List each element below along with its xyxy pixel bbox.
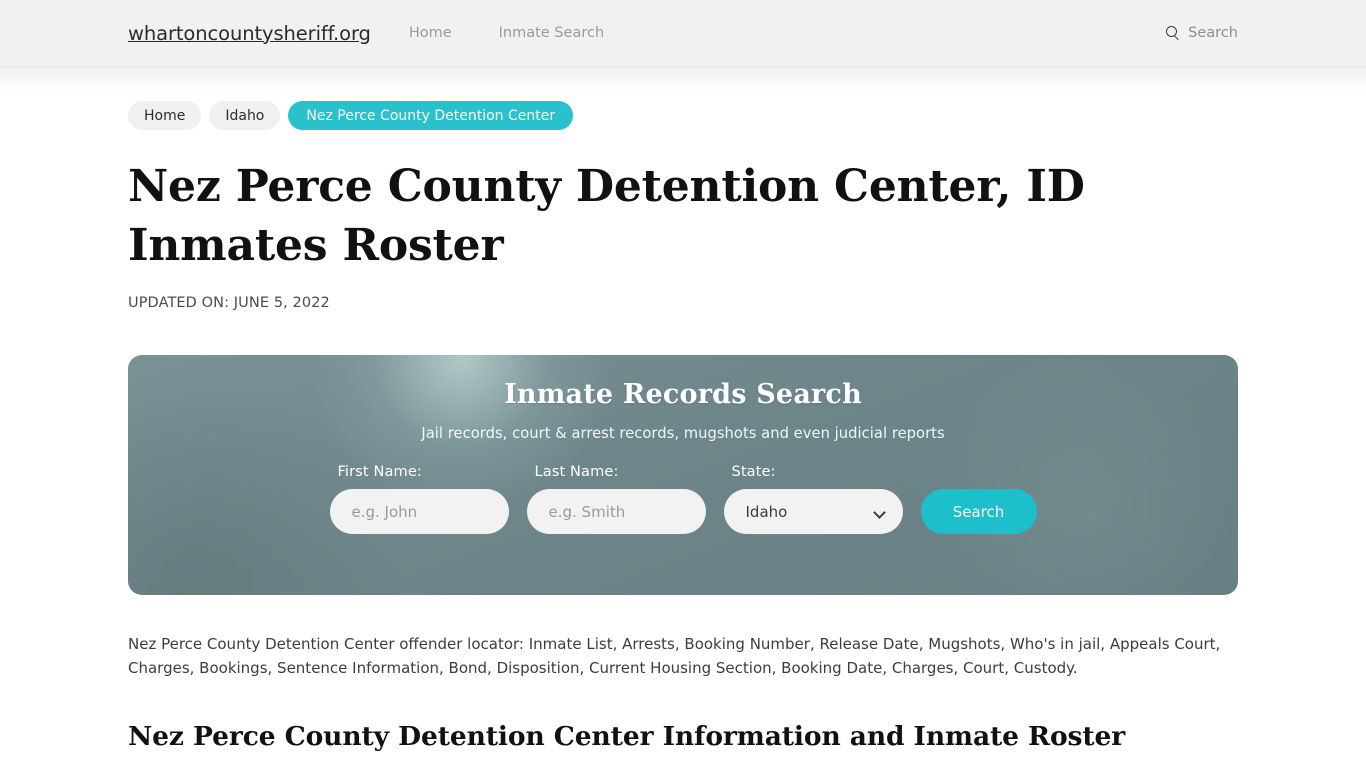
- offender-locator-text: Nez Perce County Detention Center offend…: [128, 635, 1221, 678]
- breadcrumb-item-idaho[interactable]: Idaho: [209, 101, 281, 130]
- state-field-group: State: Idaho: [723, 463, 903, 535]
- header-search-placeholder: Search: [1188, 25, 1238, 41]
- search-submit-button[interactable]: Search: [920, 489, 1037, 535]
- state-select[interactable]: Idaho: [723, 489, 903, 535]
- main-nav: Home Inmate Search: [409, 25, 604, 41]
- first-name-field-group: First Name:: [329, 463, 509, 535]
- breadcrumb-item-current: Nez Perce County Detention Center: [288, 101, 574, 130]
- state-select-wrap: Idaho: [723, 489, 903, 535]
- panel-body: Inmate Records Search Jail records, cour…: [128, 355, 1238, 535]
- updated-on-text: UPDATED ON: JUNE 5, 2022: [128, 295, 330, 312]
- breadcrumb-item-home[interactable]: Home: [128, 101, 202, 130]
- nav-item-inmate-search[interactable]: Inmate Search: [499, 25, 605, 41]
- search-icon: [1166, 25, 1181, 41]
- last-name-label: Last Name:: [534, 463, 619, 481]
- first-name-label: First Name:: [337, 463, 422, 481]
- page-title: Nez Perce County Detention Center, ID In…: [128, 161, 1085, 271]
- section-heading-information-roster: Nez Perce County Detention Center Inform…: [128, 721, 1126, 753]
- state-label: State:: [731, 463, 776, 481]
- site-header: whartoncountysheriff.org Home Inmate Sea…: [0, 0, 1366, 93]
- panel-subtitle: Jail records, court & arrest records, mu…: [421, 425, 945, 443]
- site-brand-link[interactable]: whartoncountysheriff.org: [128, 22, 371, 45]
- header-search[interactable]: Search: [1166, 25, 1238, 41]
- page-content: Home Idaho Nez Perce County Detention Ce…: [128, 67, 1238, 768]
- inmate-records-search-panel: Inmate Records Search Jail records, cour…: [128, 355, 1238, 596]
- panel-title: Inmate Records Search: [504, 379, 862, 411]
- header-inner: whartoncountysheriff.org Home Inmate Sea…: [128, 0, 1238, 66]
- last-name-field-group: Last Name:: [526, 463, 706, 535]
- nav-item-home[interactable]: Home: [409, 25, 452, 41]
- first-name-input[interactable]: [329, 489, 509, 535]
- breadcrumb: Home Idaho Nez Perce County Detention Ce…: [128, 101, 1238, 130]
- last-name-input[interactable]: [526, 489, 706, 535]
- inmate-search-form: First Name: Last Name: State: Idaho: [128, 463, 1238, 535]
